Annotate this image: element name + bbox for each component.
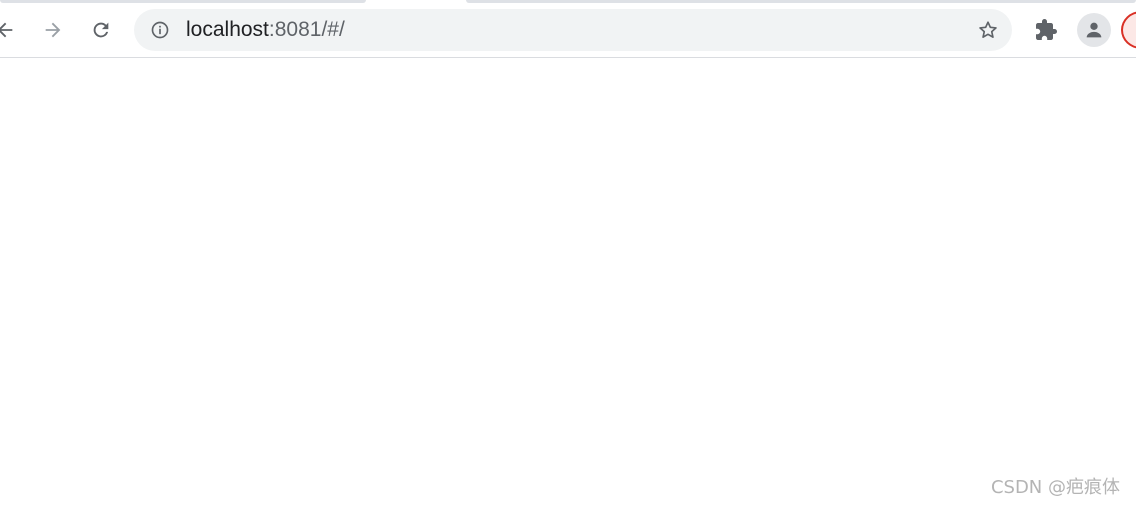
url-host: localhost xyxy=(186,18,269,41)
reload-button[interactable] xyxy=(84,13,118,47)
arrow-right-icon xyxy=(45,22,61,38)
site-info-button[interactable] xyxy=(149,19,171,41)
url-path: :8081/#/ xyxy=(268,18,345,41)
profile-button[interactable] xyxy=(1077,13,1111,47)
url-text[interactable]: localhost:8081/#/ xyxy=(186,19,345,41)
info-icon xyxy=(151,21,169,39)
watermark-text: CSDN @疤痕体 xyxy=(990,477,1120,498)
bookmark-button[interactable] xyxy=(976,18,1000,42)
arrow-left-icon xyxy=(0,22,13,38)
address-bar[interactable]: localhost:8081/#/ xyxy=(134,9,1012,51)
browser-toolbar: localhost:8081/#/ xyxy=(0,3,1136,58)
extensions-button[interactable] xyxy=(1029,13,1063,47)
back-button[interactable] xyxy=(0,13,22,47)
puzzle-icon xyxy=(1036,19,1057,40)
forward-button[interactable] xyxy=(36,13,70,47)
profile-badge[interactable] xyxy=(1121,11,1136,49)
star-icon xyxy=(979,21,997,38)
page-content: CSDN @疤痕体 xyxy=(0,58,1136,505)
reload-icon xyxy=(93,22,109,38)
person-icon xyxy=(1086,22,1102,38)
